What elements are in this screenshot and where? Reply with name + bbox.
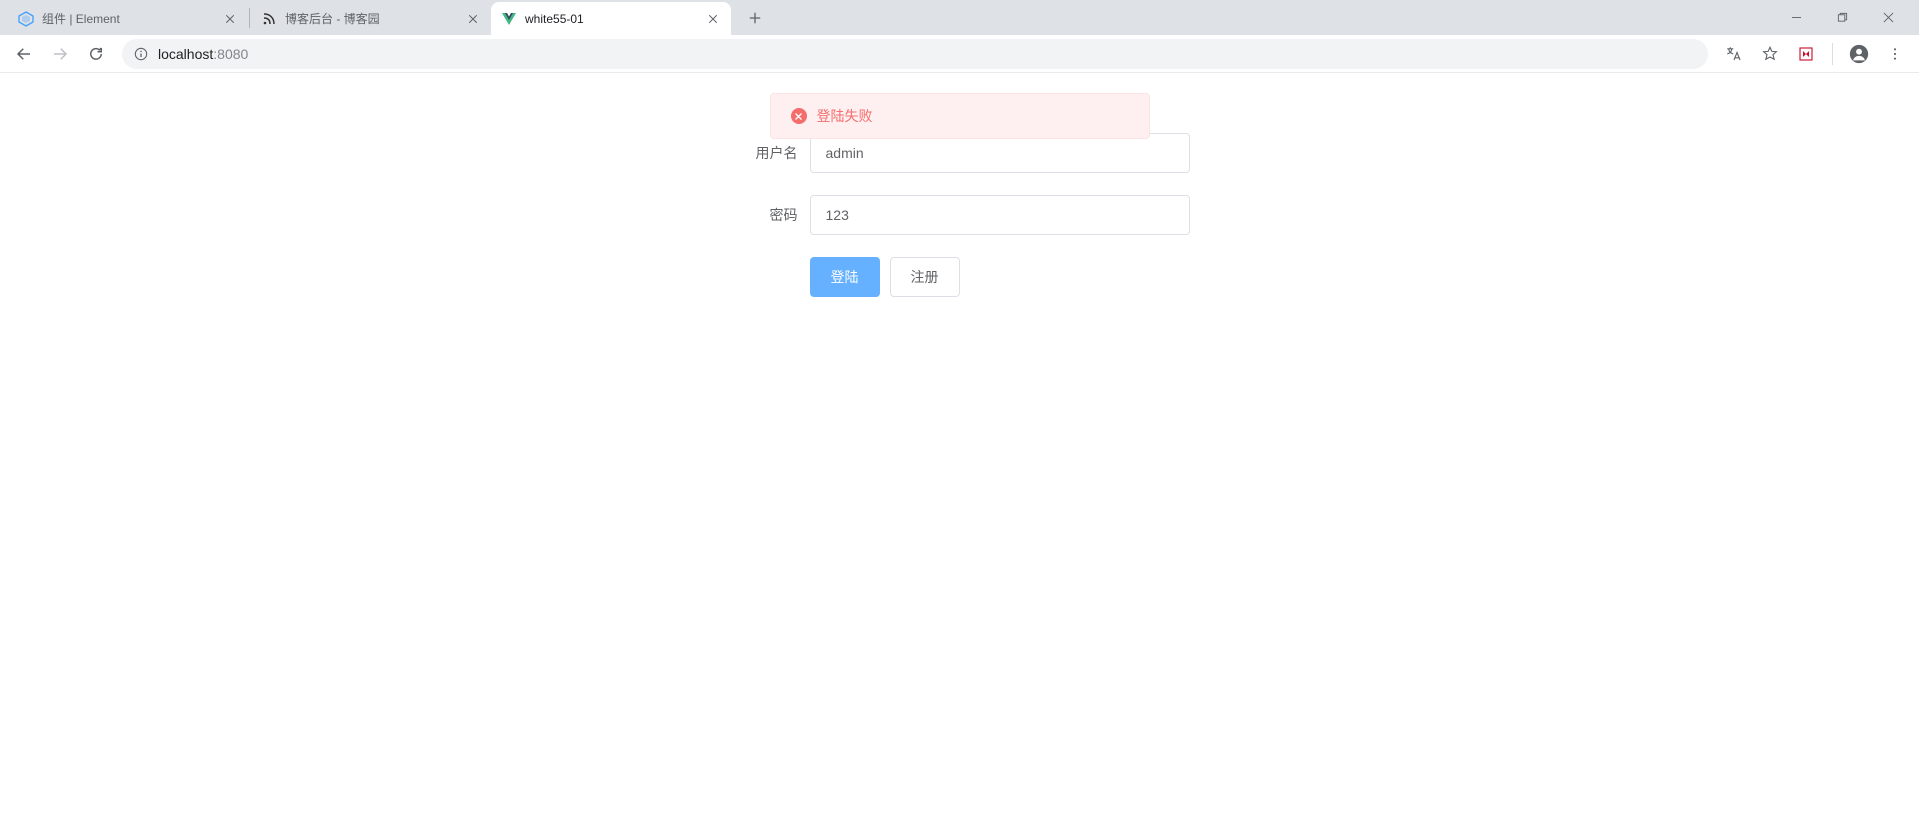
toolbar-separator	[1832, 43, 1833, 65]
tab-cnblogs[interactable]: 博客后台 - 博客园	[251, 2, 491, 35]
toolbar-icons	[1718, 38, 1911, 70]
password-label: 密码	[730, 205, 810, 225]
minimize-button[interactable]	[1773, 0, 1819, 35]
bookmark-icon[interactable]	[1754, 38, 1786, 70]
error-message: 登陆失败	[770, 93, 1150, 139]
tab-title: 博客后台 - 博客园	[285, 10, 457, 27]
toolbar: localhost:8080	[0, 35, 1919, 73]
url-port: :8080	[213, 46, 248, 62]
form-item-password: 密码	[730, 195, 1190, 235]
menu-icon[interactable]	[1879, 38, 1911, 70]
window-controls	[1773, 0, 1911, 35]
error-message-text: 登陆失败	[817, 106, 873, 126]
element-favicon-icon	[18, 11, 34, 27]
close-window-button[interactable]	[1865, 0, 1911, 35]
register-button[interactable]: 注册	[890, 257, 960, 297]
tab-title: white55-01	[525, 12, 697, 26]
new-tab-button[interactable]	[741, 4, 769, 32]
back-button[interactable]	[8, 38, 40, 70]
url-host: localhost	[158, 46, 213, 62]
translate-icon[interactable]	[1718, 38, 1750, 70]
site-info-icon[interactable]	[134, 47, 148, 61]
profile-icon[interactable]	[1843, 38, 1875, 70]
maximize-button[interactable]	[1819, 0, 1865, 35]
tab-white55-01[interactable]: white55-01	[491, 2, 731, 35]
username-label: 用户名	[730, 143, 810, 163]
address-bar[interactable]: localhost:8080	[122, 39, 1708, 69]
reload-button[interactable]	[80, 38, 112, 70]
tab-bar: 组件 | Element 博客后台 - 博客园 white55-01	[0, 0, 1919, 35]
login-button[interactable]: 登陆	[810, 257, 880, 297]
form-actions: 登陆 注册	[730, 257, 1190, 297]
close-icon[interactable]	[222, 11, 238, 27]
tab-separator	[249, 8, 250, 28]
close-icon[interactable]	[465, 11, 481, 27]
error-icon	[791, 108, 807, 124]
url-text: localhost:8080	[158, 46, 248, 62]
tab-title: 组件 | Element	[42, 10, 214, 27]
cnblogs-favicon-icon	[261, 11, 277, 27]
browser-chrome: 组件 | Element 博客后台 - 博客园 white55-01	[0, 0, 1919, 73]
vue-favicon-icon	[501, 11, 517, 27]
password-input[interactable]	[810, 195, 1190, 235]
form-item-username: 用户名	[730, 133, 1190, 173]
username-input[interactable]	[810, 133, 1190, 173]
close-icon[interactable]	[705, 11, 721, 27]
login-form: 用户名 密码 登陆 注册	[730, 133, 1190, 297]
mcafee-extension-icon[interactable]	[1790, 38, 1822, 70]
page-content: 登陆失败 用户名 密码 登陆 注册	[0, 73, 1919, 823]
tab-element[interactable]: 组件 | Element	[8, 2, 248, 35]
forward-button[interactable]	[44, 38, 76, 70]
